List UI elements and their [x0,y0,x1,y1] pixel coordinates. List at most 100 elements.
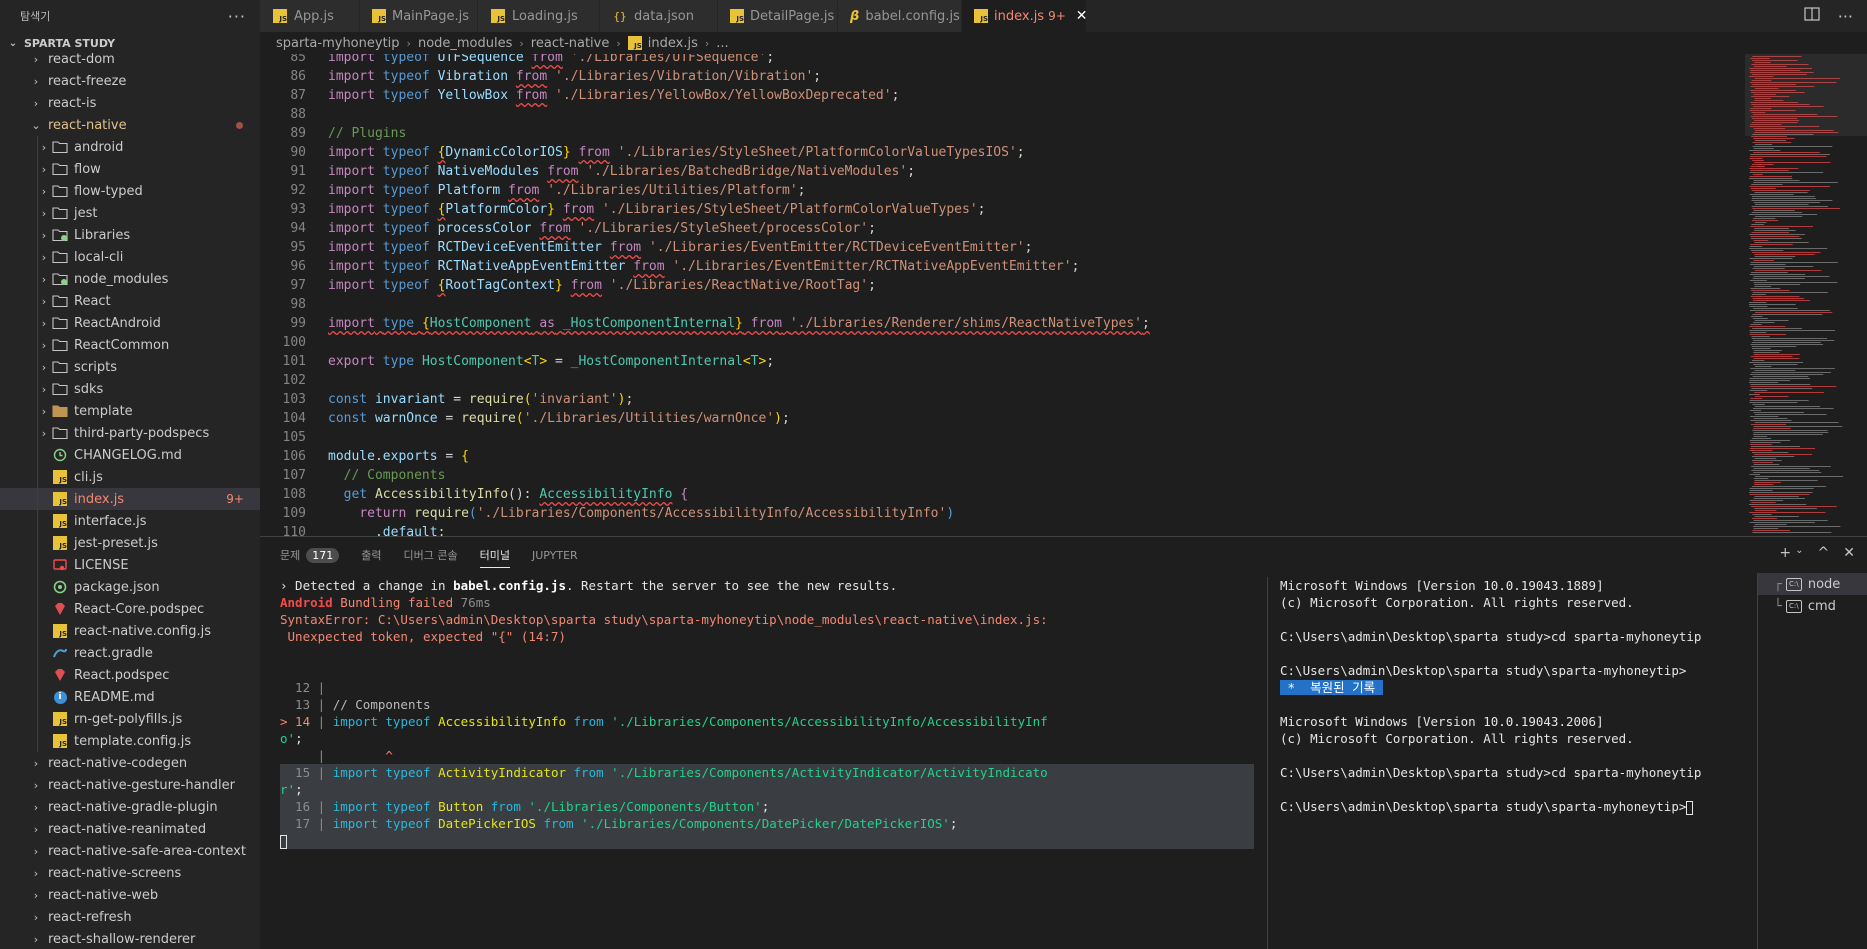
tree-folder[interactable]: › react-native-gesture-handler [0,774,260,796]
tree-file[interactable]: JS cli.js [0,466,260,488]
tree-folder[interactable]: › react-native-safe-area-context [0,840,260,862]
indent-guide [37,708,38,730]
minimap-line [1751,200,1833,201]
minimap-line [1750,188,1776,189]
tree-folder[interactable]: › react-native-web [0,884,260,906]
tree-folder[interactable]: › react-native-screens [0,862,260,884]
editor-tab[interactable]: JS Loading.js [478,0,600,32]
new-terminal-icon[interactable]: + [1779,545,1791,561]
line-number: 98 [290,297,306,312]
minimap[interactable] [1745,54,1867,536]
tree-folder[interactable]: › Libraries [0,224,260,246]
minimap-line [1753,180,1800,181]
indent-guide [37,620,38,642]
tree-file[interactable]: i README.md [0,686,260,708]
code-editor[interactable]: 85 import typeof UTFSequence from './Libr… [260,54,1745,536]
tree-file[interactable]: LICENSE [0,554,260,576]
tree-folder[interactable]: › react-freeze [0,70,260,92]
editor-tab[interactable]: {} data.json [600,0,718,32]
tree-file[interactable]: JS template.config.js [0,730,260,752]
maximize-panel-icon[interactable]: ^ [1818,545,1830,561]
more-actions-icon[interactable]: ··· [1838,7,1853,26]
tree-file[interactable]: JS index.js 9+ [0,488,260,510]
terminal-instance[interactable]: ┌ C:\ node [1758,573,1867,595]
chevron-right-icon: › [616,36,621,50]
close-icon[interactable]: ✕ [1076,8,1088,24]
tree-folder[interactable]: › scripts [0,356,260,378]
tree-folder[interactable]: › react-native-gradle-plugin [0,796,260,818]
terminal-split-divider[interactable] [1267,577,1268,949]
panel-tab[interactable]: 출력 [361,537,381,573]
tree-folder[interactable]: › android [0,136,260,158]
tree-file[interactable]: JS rn-get-polyfills.js [0,708,260,730]
terminal-instance[interactable]: └ C:\ cmd [1758,595,1867,617]
tree-folder[interactable]: › react-refresh [0,906,260,928]
tree-folder[interactable]: › flow [0,158,260,180]
split-editor-icon[interactable] [1804,7,1820,25]
editor-tab[interactable]: JS index.js 9+ ✕ [962,0,1088,32]
breadcrumb-item[interactable]: index.js [648,36,698,51]
minimap-line [1749,302,1767,303]
tree-folder[interactable]: › node_modules [0,268,260,290]
changelog-file-icon [52,447,68,463]
minimap-line [1749,186,1830,187]
editor-tab[interactable]: JS App.js [260,0,360,32]
tree-folder[interactable]: ⌄ react-native [0,114,260,136]
panel-tab[interactable]: JUPYTER [532,537,578,573]
tree-file[interactable]: React.podspec [0,664,260,686]
tree-folder[interactable]: › ReactCommon [0,334,260,356]
tree-folder[interactable]: › react-dom [0,48,260,70]
js-file-icon: JS [52,733,68,749]
js-file-icon: JS [272,8,288,24]
breadcrumb-item[interactable]: ... [716,36,728,51]
more-actions-icon[interactable]: ··· [228,7,246,26]
tree-file[interactable]: JS interface.js [0,510,260,532]
code-line: 97 import typeof {RootTagContext} from '.… [260,276,1745,295]
breadcrumb-item[interactable]: react-native [531,36,610,51]
tree-folder[interactable]: › React [0,290,260,312]
minimap-line [1750,386,1837,387]
panel-tab[interactable]: 문제 171 [280,537,340,573]
minimap-line [1749,246,1763,247]
tree-folder[interactable]: › ReactAndroid [0,312,260,334]
tree-file[interactable]: JS jest-preset.js [0,532,260,554]
tree-file[interactable]: package.json [0,576,260,598]
tree-folder[interactable]: › react-shallow-renderer [0,928,260,949]
terminal-output-node[interactable]: › Detected a change in babel.config.js. … [280,577,1254,949]
folder-icon [52,315,68,331]
tree-folder[interactable]: › react-is [0,92,260,114]
minimap-line [1752,376,1809,377]
close-panel-icon[interactable]: ✕ [1843,545,1855,561]
panel-tab[interactable]: 터미널 [479,542,510,568]
panel-tab[interactable]: 디버그 콘솔 [404,537,458,573]
tree-folder[interactable]: › sdks [0,378,260,400]
tree-file[interactable]: react.gradle [0,642,260,664]
tree-file[interactable]: JS react-native.config.js [0,620,260,642]
terminal-line: Microsoft Windows [Version 10.0.19043.18… [1280,578,1604,593]
minimap-line [1751,470,1820,471]
tree-folder[interactable]: › local-cli [0,246,260,268]
tree-folder[interactable]: › react-native-reanimated [0,818,260,840]
minimap-line [1751,460,1782,461]
minimap-line [1750,262,1838,263]
editor-tab[interactable]: JS DetailPage.js [718,0,838,32]
tree-file[interactable]: React-Core.podspec [0,598,260,620]
panel-tab-label: 문제 [280,549,301,562]
minimap-line [1751,466,1831,467]
terminal-line: › Detected a change in babel.config.js. … [280,578,898,593]
editor-tab[interactable]: β babel.config.js [838,0,962,32]
minimap-slider[interactable] [1745,54,1867,136]
tree-folder[interactable]: › react-native-codegen [0,752,260,774]
tree-folder[interactable]: › third-party-podspecs [0,422,260,444]
tree-folder[interactable]: › jest [0,202,260,224]
tree-folder[interactable]: › flow-typed [0,180,260,202]
breadcrumb-item[interactable]: node_modules [418,36,512,51]
indent-guide [37,686,38,708]
tree-file[interactable]: CHANGELOG.md [0,444,260,466]
terminal-output-cmd[interactable]: Microsoft Windows [Version 10.0.19043.18… [1280,577,1760,949]
chevron-down-icon[interactable]: ⌄ [1795,545,1803,561]
editor-tab[interactable]: JS MainPage.js [360,0,478,32]
tree-folder[interactable]: › template [0,400,260,422]
chevron-right-icon: › [33,778,39,792]
breadcrumb-item[interactable]: sparta-myhoneytip [276,36,400,51]
